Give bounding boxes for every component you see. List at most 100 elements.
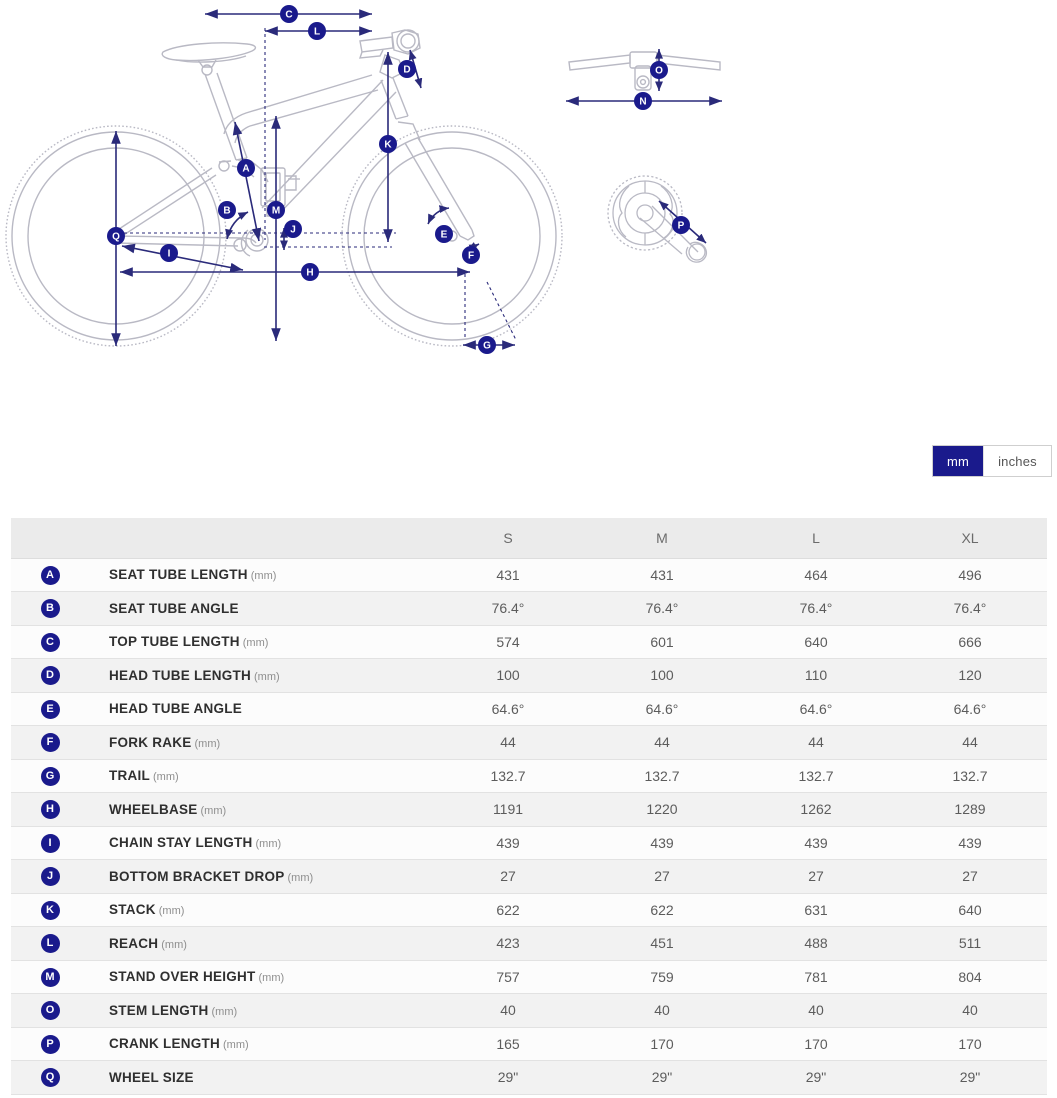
callout-badge: L <box>40 934 60 954</box>
row-label-cell: SEAT TUBE ANGLE <box>89 591 431 626</box>
callout-C: C <box>280 5 298 23</box>
table-row: M STAND OVER HEIGHT (mm) 757 759 781 804 <box>11 960 1047 994</box>
row-value-cell: 29" <box>585 1060 739 1095</box>
row-value-cell: 100 <box>431 658 585 693</box>
unit-toggle-mm[interactable]: mm <box>933 446 984 476</box>
row-badge-cell: C <box>11 625 89 659</box>
svg-text:P: P <box>678 221 685 232</box>
measurement-name: CHAIN STAY LENGTH <box>109 835 253 851</box>
measurement-name: STEM LENGTH <box>109 1002 209 1018</box>
row-value-cell: 27 <box>739 859 893 894</box>
unit-toggle-inches[interactable]: inches <box>983 446 1051 476</box>
measurement-name: SEAT TUBE ANGLE <box>109 600 239 616</box>
measurement-unit: (mm) <box>258 972 285 985</box>
unit-toggle[interactable]: mm inches <box>932 445 1052 477</box>
row-value-cell: 110 <box>739 658 893 693</box>
svg-text:B: B <box>223 206 230 217</box>
table-row: H WHEELBASE (mm) 1191 1220 1262 1289 <box>11 792 1047 827</box>
table-row: A SEAT TUBE LENGTH (mm) 431 431 464 496 <box>11 558 1047 592</box>
svg-text:M: M <box>272 206 280 217</box>
dim-arc-E <box>427 205 450 225</box>
svg-text:N: N <box>639 97 646 108</box>
row-value-cell: 464 <box>739 558 893 592</box>
table-row: K STACK (mm) 622 622 631 640 <box>11 893 1047 927</box>
row-value-cell: 439 <box>739 826 893 860</box>
dim-line-A <box>232 121 262 242</box>
row-label-cell: HEAD TUBE LENGTH (mm) <box>89 658 431 693</box>
row-value-cell: 170 <box>739 1027 893 1061</box>
row-badge-cell: M <box>11 960 89 994</box>
row-badge-cell: L <box>11 926 89 961</box>
row-value-cell: 631 <box>739 893 893 927</box>
row-value-cell: 431 <box>431 558 585 592</box>
callout-badge: Q <box>40 1068 60 1088</box>
row-value-cell: 29" <box>431 1060 585 1095</box>
row-value-cell: 622 <box>431 893 585 927</box>
row-badge-cell: O <box>11 993 89 1028</box>
row-value-cell: 132.7 <box>739 759 893 793</box>
row-value-cell: 423 <box>431 926 585 961</box>
row-value-cell: 44 <box>893 725 1047 760</box>
svg-text:C: C <box>285 10 292 21</box>
callout-badge: H <box>40 800 60 820</box>
row-value-cell: 29" <box>739 1060 893 1095</box>
row-value-cell: 451 <box>585 926 739 961</box>
row-value-cell: 496 <box>893 558 1047 592</box>
measurement-unit: (mm) <box>194 737 221 750</box>
row-value-cell: 132.7 <box>585 759 739 793</box>
row-label-cell: TRAIL (mm) <box>89 759 431 793</box>
callout-badge: M <box>40 967 60 987</box>
measurement-unit: (mm) <box>254 670 280 683</box>
svg-text:F: F <box>468 251 474 262</box>
callout-I: I <box>160 244 178 262</box>
row-label-cell: TOP TUBE LENGTH (mm) <box>89 625 431 659</box>
row-value-cell: 165 <box>431 1027 585 1061</box>
row-value-cell: 601 <box>585 625 739 659</box>
callout-F: F <box>462 246 480 264</box>
geometry-page: C L D K A B M J Q I H E F G O N P mm inc… <box>0 0 1057 1098</box>
row-value-cell: 64.6° <box>739 692 893 726</box>
row-badge-cell: P <box>11 1027 89 1061</box>
row-value-cell: 1191 <box>431 792 585 827</box>
row-badge-cell: F <box>11 725 89 760</box>
dimension-lines <box>111 9 722 350</box>
callout-O: O <box>650 61 668 79</box>
row-value-cell: 640 <box>893 893 1047 927</box>
measurement-unit: (mm) <box>211 1005 238 1018</box>
row-value-cell: 1262 <box>739 792 893 827</box>
row-value-cell: 431 <box>585 558 739 592</box>
table-row: J BOTTOM BRACKET DROP (mm) 27 27 27 27 <box>11 859 1047 894</box>
measurement-name: TOP TUBE LENGTH <box>109 634 240 650</box>
table-row: G TRAIL (mm) 132.7 132.7 132.7 132.7 <box>11 759 1047 793</box>
row-value-cell: 170 <box>585 1027 739 1061</box>
dim-line-I <box>121 243 244 273</box>
row-value-cell: 622 <box>585 893 739 927</box>
svg-text:A: A <box>242 164 249 175</box>
row-value-cell: 100 <box>585 658 739 693</box>
svg-text:H: H <box>306 268 313 279</box>
row-badge-cell: I <box>11 826 89 860</box>
callout-badge: J <box>40 867 60 887</box>
row-label-cell: HEAD TUBE ANGLE <box>89 692 431 726</box>
row-badge-cell: J <box>11 859 89 894</box>
row-value-cell: 40 <box>893 993 1047 1028</box>
row-label-cell: REACH (mm) <box>89 926 431 961</box>
svg-text:K: K <box>384 140 392 151</box>
row-value-cell: 132.7 <box>893 759 1047 793</box>
measurement-unit: (mm) <box>153 771 179 784</box>
callout-badge: A <box>40 565 60 585</box>
measurement-name: CRANK LENGTH <box>109 1036 220 1052</box>
callout-D: D <box>398 60 416 78</box>
row-value-cell: 439 <box>431 826 585 860</box>
callout-L: L <box>308 22 326 40</box>
callout-M: M <box>267 201 285 219</box>
row-label-cell: STAND OVER HEIGHT (mm) <box>89 960 431 994</box>
callout-badge: C <box>40 632 60 652</box>
row-value-cell: 64.6° <box>431 692 585 726</box>
callout-badge: F <box>40 733 60 753</box>
callout-J: J <box>284 220 302 238</box>
table-row: L REACH (mm) 423 451 488 511 <box>11 926 1047 961</box>
measurement-unit: (mm) <box>287 871 314 884</box>
row-value-cell: 439 <box>585 826 739 860</box>
table-row: E HEAD TUBE ANGLE 64.6° 64.6° 64.6° 64.6° <box>11 692 1047 726</box>
